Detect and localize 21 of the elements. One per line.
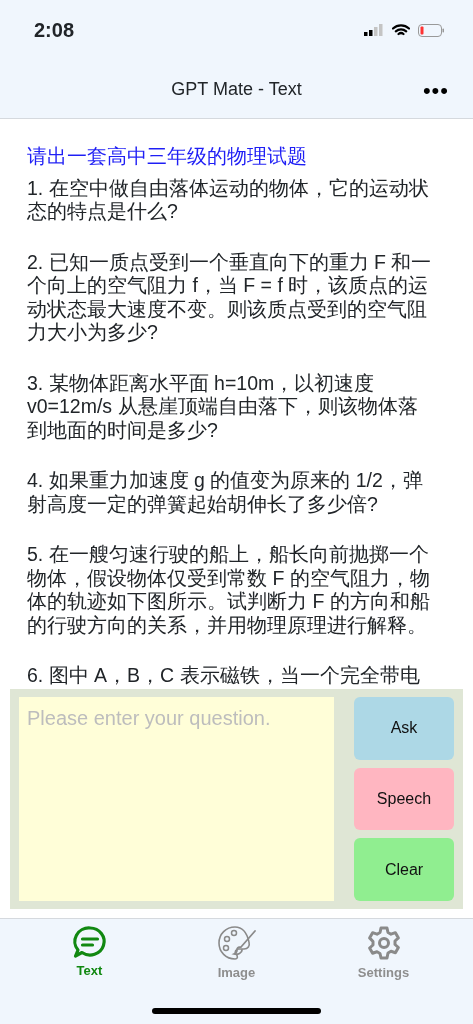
- answer-paragraph: 6. 图中 A，B，C 表示磁铁，当一个完全带电: [27, 664, 421, 688]
- question-field[interactable]: Please enter your question.: [19, 697, 334, 901]
- clear-button[interactable]: Clear: [354, 838, 454, 901]
- question-text: 请出一套高中三年级的物理试题: [27, 145, 308, 169]
- answer-paragraph: 1. 在空中做自由落体运动的物体，它的运动状 态的特点是什么?: [27, 176, 430, 224]
- answer-paragraph: 3. 某物体距离水平面 h=10m，以初速度 v0=12m/s 从悬崖顶端自由落下，则该物体落 到地面的时间是多少?: [27, 371, 419, 442]
- screen-title: GPT Mate - Text: [171, 77, 302, 101]
- chat-icon: [71, 925, 108, 959]
- ask-button[interactable]: Ask: [354, 697, 454, 760]
- settings-icon: [365, 925, 402, 961]
- answer-paragraph: 2. 已知一质点受到一个垂直向下的重力 F 和一 个向上的空气阻力 f，当 F = f 时，该质点的运 动状态最大速度不变。则该质点受到的空气阻 力大小为多少?: [27, 250, 433, 345]
- text-tab[interactable]: Text: [29, 919, 150, 983]
- speech-button[interactable]: Speech: [354, 767, 454, 831]
- wifi-icon: [392, 23, 410, 37]
- palette-icon: [216, 925, 257, 961]
- battery-icon: [418, 23, 445, 37]
- answer-paragraph: 5. 在一艘匀速行驶的船上，船长向前抛掷一个 物体，假设物体仅受到常数 F 的空气阻力，物 体的轨迹如下图所示。试判断力 F 的方向和船 的行驶方向的关系，并用物理原理进行解释。: [27, 543, 431, 637]
- more-button[interactable]: •••: [422, 74, 449, 107]
- answer-paragraph: 4. 如果重力加速度 g 的值变为原来的 1/2，弹 射高度一定的弹簧起始胡伸长了多少倍?: [27, 469, 424, 516]
- signal-icon: [364, 24, 384, 36]
- status-time: 2:08: [34, 18, 75, 43]
